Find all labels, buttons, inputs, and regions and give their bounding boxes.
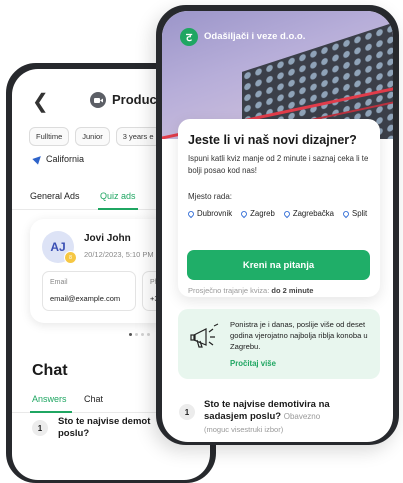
email-label: Email	[50, 279, 68, 286]
avatar-badge: 8	[64, 251, 77, 264]
email-field: Email email@example.com	[42, 271, 136, 311]
company-logo-icon: ट	[180, 28, 198, 46]
city-list: Dubrovnik Zagreb Zagrebačka Split	[186, 209, 378, 218]
city-label: Zagrebačka	[292, 209, 335, 218]
location: California	[32, 153, 85, 165]
company-name: Odašiljači i veze d.o.o.	[204, 31, 306, 42]
city-item: Dubrovnik	[186, 209, 233, 218]
average-duration-value: do 2 minute	[271, 286, 314, 295]
back-chevron-icon[interactable]: ❮	[32, 92, 49, 112]
profile-date: 20/12/2023, 5:10 PM	[84, 250, 154, 259]
quiz-card: Jeste li vi naš novi dizajner? Ispuni ka…	[178, 119, 380, 297]
city-label: Zagreb	[250, 209, 275, 218]
pin-icon	[186, 209, 196, 218]
tag-chips: Fulltime Junior 3 years e	[29, 127, 161, 146]
question-hint: (moguc visestruki izbor)	[204, 425, 284, 434]
profile-name: Jovi John	[84, 233, 131, 244]
question-line-1: Sto te najvise demot	[58, 416, 151, 427]
quiz-title: Jeste li vi naš novi dizajner?	[188, 133, 357, 147]
pin-icon	[239, 209, 249, 218]
tab-quiz-ads[interactable]: Quiz ads	[100, 191, 136, 201]
city-label: Split	[352, 209, 368, 218]
carousel-dot[interactable]	[141, 333, 144, 336]
carousel-dot[interactable]	[129, 333, 132, 336]
read-more-link[interactable]: Pročitaj više	[230, 359, 276, 368]
tab-general-ads[interactable]: General Ads	[30, 191, 80, 201]
carousel-dots	[129, 333, 150, 336]
average-duration-label: Prosječno trajanje kviza:	[188, 286, 270, 295]
location-label: California	[46, 154, 85, 164]
question-text: Sto te najvise demot poslu?	[58, 416, 150, 440]
tab-chat[interactable]: Chat	[84, 394, 103, 404]
start-quiz-button[interactable]: Kreni na pitanja	[187, 250, 370, 280]
city-item: Zagrebačka	[282, 209, 335, 218]
pin-icon	[282, 209, 292, 218]
chip-level: Junior	[75, 127, 110, 146]
carousel-dot[interactable]	[135, 333, 138, 336]
question-number: 1	[32, 420, 48, 436]
pin-icon	[341, 209, 351, 218]
chip-employment: Fulltime	[29, 127, 70, 146]
video-icon	[90, 92, 106, 108]
city-item: Split	[341, 209, 368, 218]
active-tab-indicator	[30, 411, 72, 413]
front-phone-screen: ट Odašiljači i veze d.o.o. Jeste li vi n…	[162, 11, 393, 442]
chat-title: Chat	[32, 362, 68, 379]
active-tab-indicator	[98, 208, 138, 210]
city-item: Zagreb	[239, 209, 275, 218]
work-location-label: Mjesto rada:	[188, 192, 233, 201]
chip-experience: 3 years e	[115, 127, 161, 146]
question-line-2: poslu?	[58, 428, 90, 439]
city-label: Dubrovnik	[197, 209, 233, 218]
megaphone-icon	[190, 323, 219, 348]
required-label: Obavezno	[283, 412, 321, 421]
front-phone: ट Odašiljači i veze d.o.o. Jeste li vi n…	[156, 5, 399, 445]
carousel-dot[interactable]	[147, 333, 150, 336]
fact-card: Ponistra je i danas, poslije više od des…	[178, 309, 380, 379]
location-arrow-icon	[32, 153, 44, 165]
email-value: email@example.com	[50, 294, 121, 303]
tab-answers[interactable]: Answers	[32, 394, 67, 404]
fact-text: Ponistra je i danas, poslije više od des…	[230, 320, 368, 351]
question-text: Sto te najvise demotivira na sadasjem po…	[204, 399, 374, 423]
average-duration: Prosječno trajanje kviza: do 2 minute	[188, 286, 313, 295]
quiz-description: Ispuni katli kviz manje od 2 minute i sa…	[188, 154, 369, 175]
question-number: 1	[179, 404, 195, 420]
